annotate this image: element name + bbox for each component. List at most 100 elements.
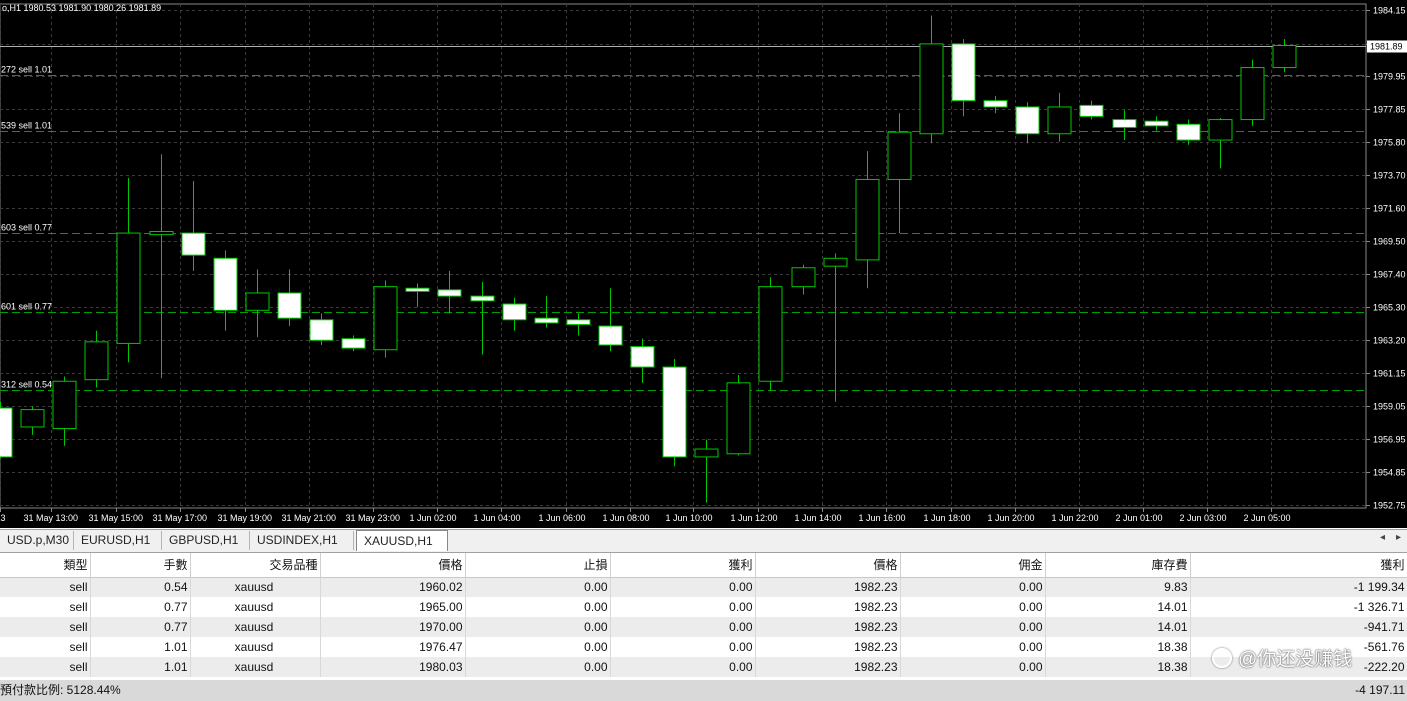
candle-body (84, 341, 109, 381)
cell-open-price: 1965.00 (320, 597, 466, 617)
tab-usd-m30[interactable]: USD.p,M30 (0, 531, 74, 550)
candle-body (1079, 104, 1104, 117)
candle (758, 277, 783, 391)
cell-current-price: 1982.23 (755, 597, 901, 617)
candle-body (116, 232, 141, 344)
x-tick-label: 31 May 19:00 (218, 513, 273, 523)
x-tick-label: 1 Jun 04:00 (474, 513, 521, 523)
y-tick-label: 1969.50 (1373, 237, 1406, 247)
y-tick-label: 1971.60 (1373, 204, 1406, 214)
candle-body (791, 267, 816, 288)
table-row[interactable]: sell 0.77 xauusd 1970.00 0.00 0.00 1982.… (0, 617, 1407, 637)
candle-body (0, 407, 13, 458)
candle (1047, 92, 1072, 142)
candle-body (726, 382, 751, 455)
y-tick-label: 1965.30 (1373, 303, 1406, 313)
col-profit[interactable]: 獲利 (1190, 553, 1407, 578)
candle (598, 288, 623, 352)
candle (245, 269, 270, 338)
y-tick-label: 1977.85 (1373, 105, 1406, 115)
table-row[interactable]: sell 1.01 xauusd 1980.03 0.00 0.00 1982.… (0, 657, 1407, 677)
order-line-label: 312 sell 0.54 (1, 380, 52, 390)
tab-eurusd-h1[interactable]: EURUSD,H1 (74, 531, 162, 550)
candle (405, 283, 430, 308)
chart-tab-bar: USD.p,M30 EURUSD,H1 GBPUSD,H1 USDINDEX,H… (0, 529, 1407, 553)
table-header: 類型 手數 交易品種 價格 止損 獲利 價格 佣金 庫存費 獲利 (0, 553, 1407, 578)
candle (1144, 116, 1169, 131)
cell-take-profit: 0.00 (610, 657, 756, 677)
total-profit: -4 197.11 (1355, 683, 1405, 697)
candle-body (919, 43, 944, 135)
cell-commission: 0.00 (900, 617, 1046, 637)
tab-scroll-left-icon[interactable]: ◂ (1380, 532, 1385, 543)
terminal-status-bar: 預付款比例: 5128.44% -4 197.11 (0, 680, 1407, 701)
current-price-label: 1981.89 (1370, 42, 1403, 52)
x-tick-label: 1 Jun 08:00 (603, 513, 650, 523)
cell-volume: 0.77 (90, 597, 191, 617)
candle-body (983, 100, 1008, 108)
y-tick-label: 1959.05 (1373, 402, 1406, 412)
candle-body (1144, 120, 1169, 127)
candle (84, 330, 109, 388)
candle (1240, 59, 1265, 126)
cell-swap: 14.01 (1045, 617, 1191, 637)
x-tick-label: 1 Jun 18:00 (924, 513, 971, 523)
candle-body (502, 303, 527, 321)
col-commission[interactable]: 佣金 (900, 553, 1046, 578)
col-current-price[interactable]: 價格 (755, 553, 901, 578)
y-tick-label: 1979.95 (1373, 72, 1406, 82)
tab-xauusd-h1[interactable]: XAUUSD,H1 (356, 530, 448, 551)
tab-usdindex-h1[interactable]: USDINDEX,H1 (250, 531, 354, 550)
candle-body (823, 257, 848, 267)
x-tick-label: 1 Jun 10:00 (666, 513, 713, 523)
cell-open-price: 1970.00 (320, 617, 466, 637)
cell-current-price: 1982.23 (755, 577, 901, 597)
cell-stop-loss: 0.00 (465, 597, 611, 617)
col-stop-loss[interactable]: 止損 (465, 553, 611, 578)
table-row[interactable]: sell 0.77 xauusd 1965.00 0.00 0.00 1982.… (0, 597, 1407, 617)
order-line-label: 539 sell 1.01 (1, 121, 52, 131)
table-row[interactable]: sell 0.54 xauusd 1960.02 0.00 0.00 1982.… (0, 577, 1407, 597)
cell-commission: 0.00 (900, 597, 1046, 617)
cell-type: sell (0, 597, 91, 617)
candle (181, 181, 206, 271)
col-symbol[interactable]: 交易品種 (190, 553, 321, 578)
cell-volume: 1.01 (90, 637, 191, 657)
cell-symbol: xauusd (190, 637, 321, 657)
candle-body (598, 325, 623, 346)
x-tick-label: 1 Jun 02:00 (410, 513, 457, 523)
candle (823, 253, 848, 402)
price-chart[interactable]: 1984.151982.001979.951977.851975.801973.… (0, 0, 1407, 528)
y-tick-label: 1961.15 (1373, 369, 1406, 379)
y-tick-label: 1973.70 (1373, 171, 1406, 181)
x-tick-label: 31 May 15:00 (89, 513, 144, 523)
candle (1079, 100, 1104, 120)
candle (373, 280, 398, 358)
candle (213, 250, 238, 331)
candle (855, 151, 880, 289)
tab-gbpusd-h1[interactable]: GBPUSD,H1 (162, 531, 250, 550)
x-tick-label: 1 Jun 22:00 (1052, 513, 1099, 523)
candle-body (341, 338, 366, 349)
x-tick-label: 31 May 13:00 (24, 513, 79, 523)
col-swap[interactable]: 庫存費 (1045, 553, 1191, 578)
cell-open-price: 1960.02 (320, 577, 466, 597)
table-row[interactable]: sell 1.01 xauusd 1976.47 0.00 0.00 1982.… (0, 637, 1407, 657)
candle-body (277, 292, 302, 319)
col-volume[interactable]: 手數 (90, 553, 191, 578)
candle-body (52, 380, 77, 430)
tab-scroll-right-icon[interactable]: ▸ (1396, 532, 1401, 543)
order-line-label: 601 sell 0.77 (1, 302, 52, 312)
cell-type: sell (0, 617, 91, 637)
watermark: @你还没赚钱 (1212, 644, 1352, 671)
cell-swap: 18.38 (1045, 637, 1191, 657)
cell-volume: 1.01 (90, 657, 191, 677)
col-type[interactable]: 類型 (0, 553, 91, 578)
candle (149, 154, 174, 379)
col-open-price[interactable]: 價格 (320, 553, 466, 578)
candlestick-chart[interactable]: 1984.151982.001979.951977.851975.801973.… (0, 0, 1407, 528)
col-take-profit[interactable]: 獲利 (610, 553, 756, 578)
candle (1176, 119, 1201, 145)
candle (791, 264, 816, 295)
y-tick-label: 1967.40 (1373, 270, 1406, 280)
